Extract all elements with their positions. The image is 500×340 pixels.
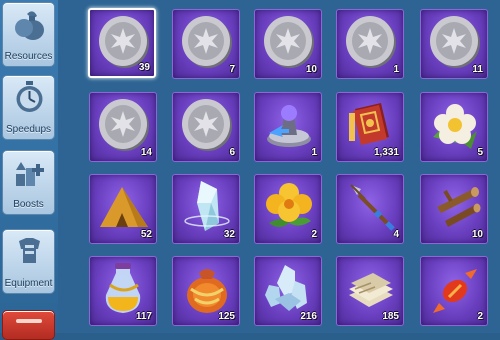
candy-icon [433,269,477,313]
category-sidebar: Resources Speedups Boosts Equipment [0,0,58,340]
inventory-slot[interactable]: 2 [254,174,322,244]
sidebar-label-boosts: Boosts [13,199,44,210]
teleport-device-icon [267,105,311,147]
inventory-slot[interactable]: 52 [89,174,157,244]
silver-coin-icon [346,16,396,68]
sidebar-item-equipment[interactable]: Equipment [2,229,55,294]
inventory-grid: 39 7 10 1 11 14 6 1 1,331 5 52 32 2 4 10… [58,0,500,333]
sidebar-item-more[interactable] [2,310,55,340]
menu-bar-icon [16,319,42,323]
inventory-slot[interactable]: 117 [89,256,157,326]
armor-icon [19,238,40,263]
sidebar-item-boosts[interactable]: Boosts [2,150,55,215]
item-count: 125 [218,311,235,322]
item-count: 1 [311,147,317,158]
item-count: 2 [311,229,317,240]
inventory-slot[interactable]: 125 [172,256,240,326]
inventory-slot[interactable]: 5 [420,92,488,162]
silver-coin-icon [99,99,149,151]
potion-bottle-icon [105,263,141,313]
wood-branch-icon [437,187,481,227]
silver-coin-icon [430,16,480,68]
sidebar-label-resources: Resources [4,51,53,62]
sidebar-label-equipment: Equipment [4,278,53,289]
item-count: 2 [477,311,483,322]
item-count: 1 [393,64,399,75]
boost-arrows-icon [16,162,44,186]
orange-sack-icon [187,269,227,313]
sidebar-item-speedups[interactable]: Speedups [2,75,55,140]
inventory-slot[interactable]: 11 [420,9,488,79]
inventory-slot[interactable]: 10 [254,9,322,79]
golden-tent-icon [100,187,148,227]
red-tome-icon [349,103,389,145]
sidebar-label-speedups: Speedups [5,124,52,135]
inventory-slot[interactable]: 185 [336,256,404,326]
silver-coin-icon [182,16,232,68]
item-count: 4 [393,229,399,240]
inventory-slot[interactable]: 14 [89,92,157,162]
item-count: 11 [472,64,483,75]
item-count: 216 [300,311,317,322]
inventory-slot[interactable]: 7 [172,9,240,79]
item-count: 185 [382,311,399,322]
item-count: 52 [140,229,152,240]
item-count: 7 [229,64,235,75]
crystal-cluster-icon [265,265,307,311]
inventory-slot[interactable]: 6 [172,92,240,162]
spear-icon [350,184,395,231]
item-count: 10 [471,229,483,240]
inventory-slot[interactable]: 32 [172,174,240,244]
white-flower-icon [433,104,477,149]
silver-coin-icon [182,99,232,151]
item-count: 14 [140,147,152,158]
sidebar-item-resources[interactable]: Resources [2,2,55,67]
item-count: 39 [138,62,150,73]
resources-bag-icon [15,11,44,40]
item-count: 10 [305,64,317,75]
inventory-slot[interactable]: 2 [420,256,488,326]
item-count: 6 [229,147,235,158]
inventory-slot[interactable]: 1 [254,92,322,162]
item-count: 1,331 [373,147,399,158]
stopwatch-icon [16,81,43,112]
scroll-bundle-icon [349,273,393,307]
inventory-slot[interactable]: 10 [420,174,488,244]
item-count: 5 [477,147,483,158]
item-count: 32 [223,229,235,240]
crystal-shard-icon [184,181,230,231]
inventory-slot[interactable]: 39 [88,8,156,78]
yellow-flower-icon [266,183,312,227]
inventory-slot[interactable]: 1,331 [336,92,404,162]
item-count: 117 [135,311,152,322]
inventory-slot[interactable]: 4 [336,174,404,244]
inventory-slot[interactable]: 1 [336,9,404,79]
inventory-slot[interactable]: 216 [254,256,322,326]
silver-coin-icon [264,16,314,68]
